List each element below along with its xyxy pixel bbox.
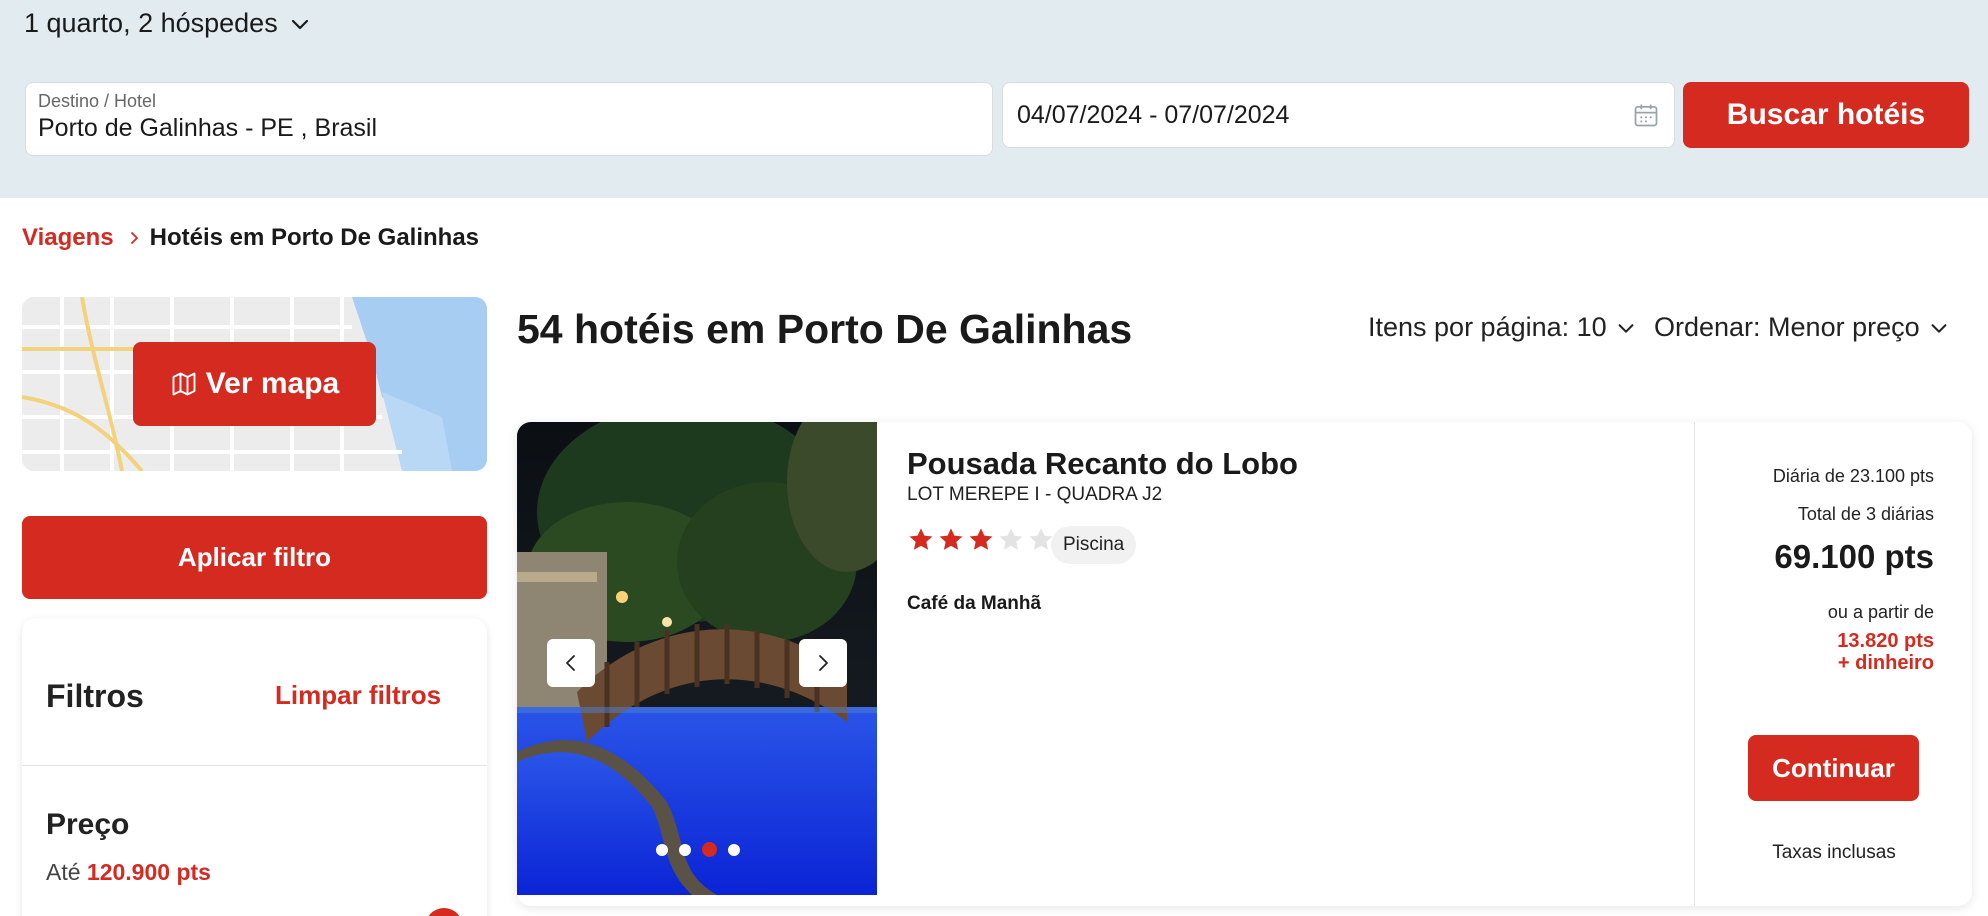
map-preview[interactable]: Ver mapa — [22, 297, 487, 471]
divider — [22, 765, 487, 766]
price-column: Diária de 23.100 pts Total de 3 diárias … — [1694, 422, 1972, 906]
star-rating — [907, 526, 1055, 554]
search-hotels-button[interactable]: Buscar hotéis — [1683, 82, 1969, 148]
view-map-label: Ver mapa — [205, 367, 340, 400]
carousel-dot[interactable] — [656, 843, 668, 856]
continue-button[interactable]: Continuar — [1748, 735, 1919, 801]
apply-filter-button[interactable]: Aplicar filtro — [22, 516, 487, 599]
hotel-card: Pousada Recanto do Lobo LOT MEREPE I - Q… — [517, 422, 1972, 906]
star-filled-icon — [939, 528, 963, 550]
price-filter-title: Preço — [46, 808, 130, 841]
filters-panel: Filtros Limpar filtros Preço Até 120.900… — [22, 618, 487, 916]
items-per-page-dropdown[interactable]: Itens por página: 10 — [1368, 312, 1637, 343]
search-header: 1 quarto, 2 hóspedes Destino / Hotel Por… — [0, 0, 1988, 198]
carousel-dot[interactable] — [702, 842, 717, 857]
breadcrumb-current: Hotéis em Porto De Galinhas — [149, 224, 480, 251]
filters-title: Filtros — [46, 678, 144, 714]
carousel-next-button[interactable] — [799, 639, 847, 687]
total-price: 69.100 pts — [1774, 538, 1934, 575]
carousel-dots — [656, 842, 740, 857]
destination-field[interactable]: Destino / Hotel Porto de Galinhas - PE ,… — [25, 82, 993, 156]
sort-label: Ordenar: Menor preço — [1654, 312, 1920, 342]
carousel-dot[interactable] — [728, 843, 740, 856]
breadcrumb: Viagens Hotéis em Porto De Galinhas — [22, 224, 479, 252]
chevron-down-icon — [291, 19, 308, 29]
items-per-page-label: Itens por página: 10 — [1368, 312, 1607, 342]
clear-filters-link[interactable]: Limpar filtros — [275, 680, 441, 711]
results-title: 54 hotéis em Porto De Galinhas — [517, 306, 1133, 352]
star-empty-icon — [999, 528, 1023, 550]
mixed-cash-label: + dinheiro — [1837, 652, 1934, 674]
map-icon — [172, 372, 196, 396]
total-label: Total de 3 diárias — [1797, 504, 1934, 524]
carousel-dot[interactable] — [679, 843, 691, 856]
tax-note: Taxas inclusas — [1772, 842, 1896, 863]
mixed-points-price: 13.820 pts — [1837, 630, 1934, 652]
hotel-name[interactable]: Pousada Recanto do Lobo — [907, 446, 1298, 482]
guests-selector[interactable]: 1 quarto, 2 hóspedes — [24, 8, 312, 39]
or-from-label: ou a partir de — [1827, 602, 1934, 622]
breadcrumb-link-viagens[interactable]: Viagens — [22, 224, 114, 252]
view-map-button[interactable]: Ver mapa — [133, 342, 376, 426]
sort-dropdown[interactable]: Ordenar: Menor preço — [1654, 312, 1950, 343]
guests-label: 1 quarto, 2 hóspedes — [24, 8, 278, 38]
chevron-right-icon — [819, 655, 828, 671]
destination-input[interactable]: Porto de Galinhas - PE , Brasil — [38, 114, 980, 143]
amenity-badge: Piscina — [1051, 526, 1137, 564]
chevron-down-icon — [1931, 323, 1947, 333]
date-range-field[interactable]: 04/07/2024 - 07/07/2024 — [1002, 82, 1675, 148]
star-filled-icon — [909, 528, 933, 550]
chevron-down-icon — [1618, 323, 1634, 333]
star-filled-icon — [969, 528, 993, 550]
price-prefix: Até — [46, 859, 81, 885]
price-slider-handle[interactable] — [425, 908, 463, 916]
price-max-value: 120.900 pts — [86, 859, 211, 885]
destination-label: Destino / Hotel — [38, 91, 157, 111]
calendar-icon — [1634, 104, 1658, 127]
price-filter-value: Até 120.900 pts — [46, 859, 211, 886]
chevron-left-icon — [566, 655, 575, 671]
date-range-value: 04/07/2024 - 07/07/2024 — [1017, 100, 1290, 129]
hotel-photo-carousel[interactable] — [517, 422, 877, 895]
chevron-right-icon — [128, 231, 142, 245]
hotel-address: LOT MEREPE I - QUADRA J2 — [907, 484, 1163, 505]
meal-plan: Café da Manhã — [907, 593, 1042, 614]
carousel-prev-button[interactable] — [547, 639, 595, 687]
daily-rate: Diária de 23.100 pts — [1772, 466, 1934, 486]
